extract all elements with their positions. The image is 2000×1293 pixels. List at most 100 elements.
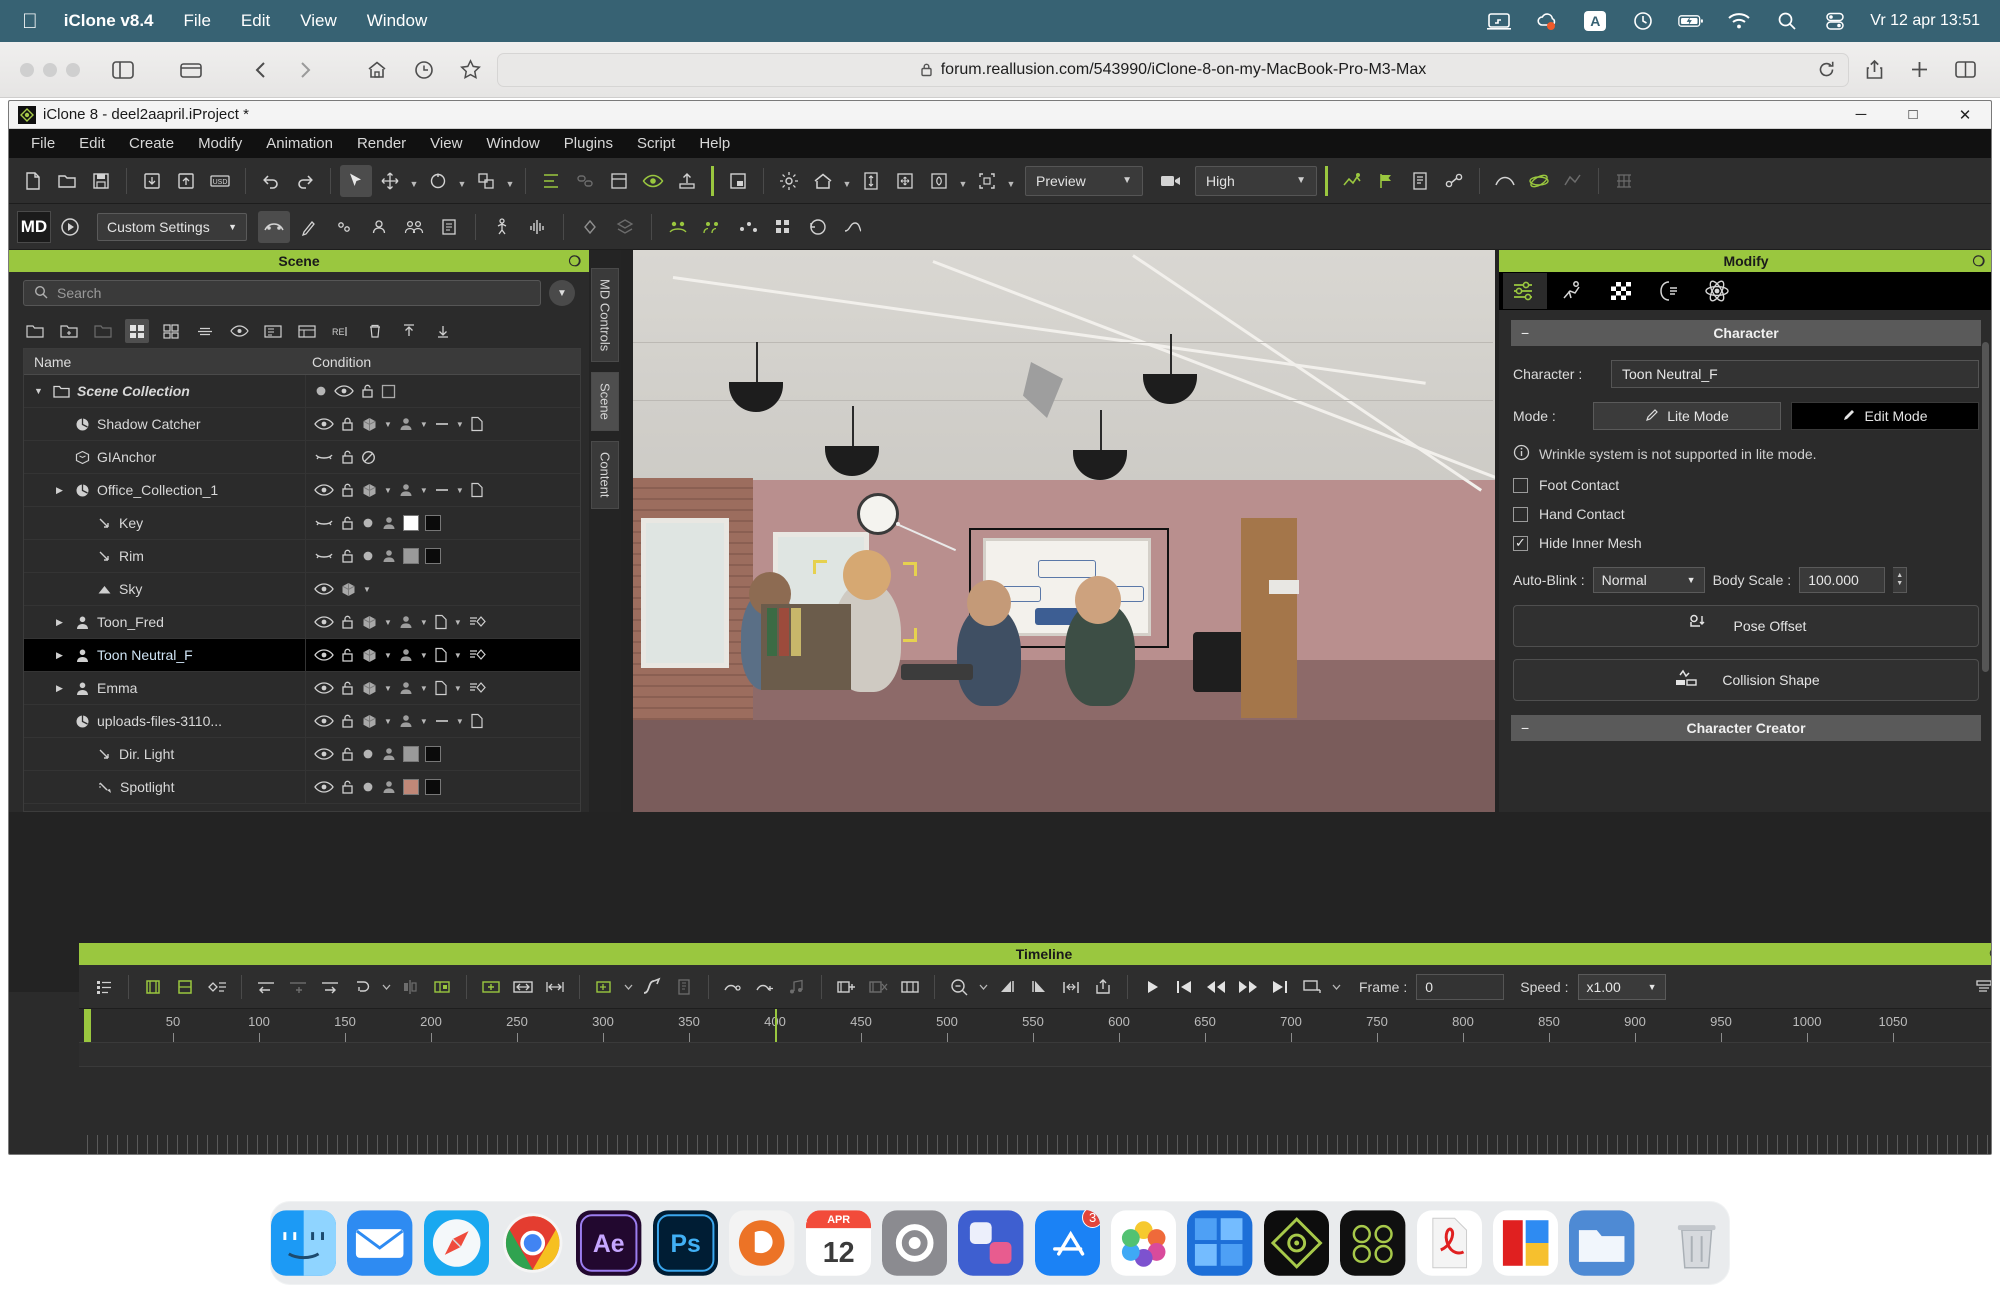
custom-settings-select[interactable]: Custom Settings ▼ xyxy=(97,212,247,241)
scene-tree-row[interactable]: Dir. Light xyxy=(24,737,580,771)
delete-icon[interactable] xyxy=(363,319,387,343)
transition-icon[interactable] xyxy=(589,972,619,1002)
mac-menu-edit[interactable]: Edit xyxy=(241,11,270,31)
lite-mode-button[interactable]: Lite Mode xyxy=(1593,402,1781,430)
grid-icon[interactable] xyxy=(1608,165,1640,197)
eye-visible-icon[interactable] xyxy=(314,582,334,596)
lock-open-icon[interactable] xyxy=(340,647,355,663)
scene-row-name-cell[interactable]: ▶ Toon_Fred xyxy=(24,614,264,630)
chevron-down-icon[interactable]: ▼ xyxy=(420,420,428,429)
menu-view[interactable]: View xyxy=(418,129,474,158)
chevron-down-icon[interactable]: ▼ xyxy=(456,165,468,197)
scene-tree-row[interactable]: ▶ Emma ▼ ▼ ▼ xyxy=(24,671,580,705)
no-value-dash-icon[interactable] xyxy=(434,417,450,431)
eye-hidden-icon[interactable] xyxy=(314,450,334,464)
add-clip-icon[interactable] xyxy=(138,972,168,1002)
tab-md-controls[interactable]: MD Controls xyxy=(591,268,619,363)
eye-hidden-icon[interactable] xyxy=(314,549,334,563)
crowd-sim-icon[interactable] xyxy=(697,211,729,243)
scene-row-name-cell[interactable]: ▶ Emma xyxy=(24,680,264,696)
next-key-icon[interactable] xyxy=(315,972,345,1002)
undo-icon[interactable] xyxy=(255,165,287,197)
face-icon[interactable] xyxy=(1647,273,1691,309)
display-icon[interactable] xyxy=(1486,10,1512,32)
hand-contact-row[interactable]: Hand Contact xyxy=(1499,506,1991,522)
note-icon[interactable] xyxy=(669,972,699,1002)
dock-item-system-settings[interactable] xyxy=(881,1210,948,1276)
lock-closed-icon[interactable] xyxy=(340,416,355,432)
3d-viewport[interactable] xyxy=(633,250,1495,812)
physics-atom-icon[interactable] xyxy=(1695,273,1739,309)
mesh-cube-icon[interactable] xyxy=(361,482,378,499)
section-header-character[interactable]: − Character xyxy=(1511,320,1981,346)
scene-row-name-cell[interactable]: ▶ Office_Collection_1 xyxy=(24,482,264,498)
reach-icon[interactable] xyxy=(732,211,764,243)
hand-contact-checkbox[interactable] xyxy=(1513,506,1528,522)
props-icon[interactable] xyxy=(295,319,319,343)
scene-row-name-cell[interactable]: GIAnchor xyxy=(24,449,264,465)
apple-logo-icon[interactable]:  xyxy=(22,11,38,32)
first-frame-icon[interactable] xyxy=(1169,972,1199,1002)
chevron-down-icon[interactable]: ▼ xyxy=(384,717,392,726)
layout-panel-icon[interactable] xyxy=(722,165,754,197)
chevron-down-icon[interactable]: ▼ xyxy=(454,684,462,693)
color-swatch[interactable] xyxy=(425,746,441,762)
lock-open-icon[interactable] xyxy=(340,779,355,795)
motion-puppet-icon[interactable] xyxy=(486,211,518,243)
hide-inner-mesh-checkbox[interactable]: ✓ xyxy=(1513,535,1528,551)
menu-create[interactable]: Create xyxy=(117,129,186,158)
scene-row-name-cell[interactable]: Dir. Light xyxy=(24,746,264,762)
eye-visible-icon[interactable] xyxy=(314,714,334,728)
tab-content[interactable]: Content xyxy=(591,441,619,509)
flag-icon[interactable] xyxy=(1370,165,1402,197)
home-icon[interactable] xyxy=(366,60,388,80)
collision-shape-button[interactable]: Collision Shape xyxy=(1513,659,1979,701)
render-quality-select[interactable]: High ▼ xyxy=(1195,165,1317,196)
scene-tree-row[interactable]: ▶ Toon_Fred ▼ ▼ ▼ xyxy=(24,605,580,639)
cloud-sync-icon[interactable] xyxy=(1534,10,1560,32)
minimize-window-button[interactable] xyxy=(43,62,57,77)
export-clip-icon[interactable] xyxy=(1088,972,1118,1002)
mesh-cube-icon[interactable] xyxy=(361,614,378,631)
mirror-icon[interactable] xyxy=(395,972,425,1002)
dock-item-reallusion-cc[interactable] xyxy=(729,1210,795,1276)
motion-layer-icon[interactable] xyxy=(468,680,487,696)
dock-item-mail[interactable] xyxy=(347,1210,413,1276)
menu-modify[interactable]: Modify xyxy=(186,129,254,158)
page-icon[interactable] xyxy=(434,614,448,630)
md-avatar-icon[interactable] xyxy=(363,211,395,243)
scene-tree[interactable]: Name Condition ▼ Scene Collection Shadow C… xyxy=(23,348,581,812)
chevron-down-icon[interactable] xyxy=(976,972,990,1002)
md-sim-icon[interactable] xyxy=(258,210,290,243)
chevron-down-icon[interactable] xyxy=(1329,972,1343,1002)
mesh-cube-icon[interactable] xyxy=(361,647,378,664)
face-puppet-icon[interactable] xyxy=(521,211,553,243)
mesh-cube-icon[interactable] xyxy=(361,713,378,730)
select-tool-icon[interactable] xyxy=(340,164,372,197)
move-down-icon[interactable] xyxy=(431,319,455,343)
scene-tree-row[interactable]: Shadow Catcher ▼ ▼ ▼ xyxy=(24,407,580,441)
dock-item-after-effects[interactable]: Ae xyxy=(576,1210,642,1276)
color-swatch[interactable] xyxy=(425,515,441,531)
wifi-icon[interactable] xyxy=(1726,10,1752,32)
spring-icon[interactable] xyxy=(662,211,694,243)
material-checker-icon[interactable] xyxy=(1599,273,1643,309)
zoom-out-icon[interactable] xyxy=(944,972,974,1002)
merge-clip-icon[interactable] xyxy=(476,972,506,1002)
scene-tree-row[interactable]: Spotlight xyxy=(24,770,580,804)
material-person-icon[interactable] xyxy=(381,515,397,531)
minimize-button[interactable]: ─ xyxy=(1835,101,1887,129)
scene-row-name-cell[interactable]: Shadow Catcher xyxy=(24,416,264,432)
foot-contact-row[interactable]: Foot Contact xyxy=(1499,477,1991,493)
scene-row-name-cell[interactable]: uploads-files-3110... xyxy=(24,713,264,729)
scene-tree-row[interactable]: Sky ▼ xyxy=(24,572,580,606)
md-plugin-icon[interactable]: MD xyxy=(17,210,51,243)
disabled-icon[interactable] xyxy=(361,450,376,465)
checkbox-icon[interactable] xyxy=(381,384,396,399)
speed-select[interactable]: x1.00 ▼ xyxy=(1577,973,1666,1000)
add-track-icon[interactable] xyxy=(170,972,200,1002)
chevron-down-icon[interactable]: ▼ xyxy=(456,486,464,495)
lock-open-icon[interactable] xyxy=(340,548,355,564)
motion-layer-icon[interactable] xyxy=(468,647,487,663)
active-app-name[interactable]: iClone v8.4 xyxy=(64,11,154,31)
